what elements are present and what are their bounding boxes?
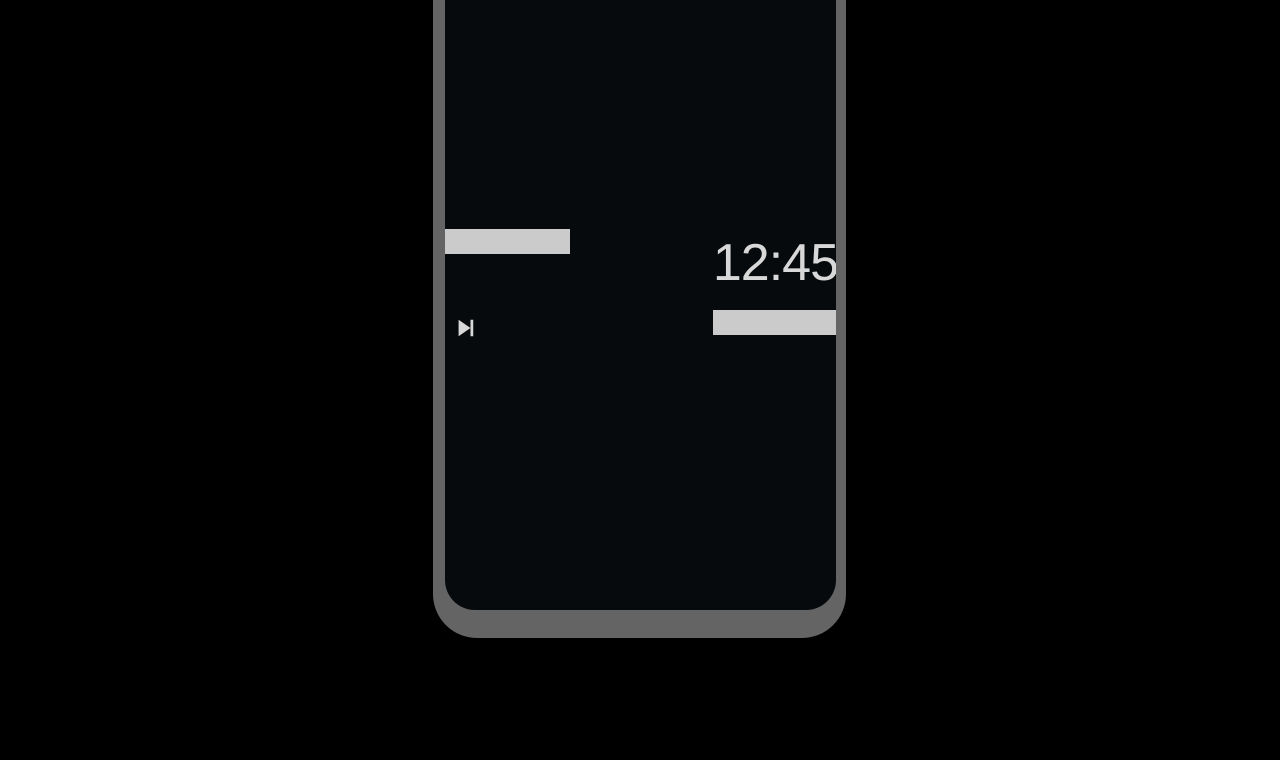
- device-frame: 12:45: [433, 0, 846, 638]
- device-screen: 12:45: [445, 0, 836, 610]
- right-placeholder-bar: [713, 310, 836, 335]
- clock-time: 12:45: [712, 234, 836, 292]
- skip-next-icon: [458, 319, 474, 337]
- skip-next-button[interactable]: [453, 316, 477, 340]
- left-placeholder-bar: [445, 229, 570, 254]
